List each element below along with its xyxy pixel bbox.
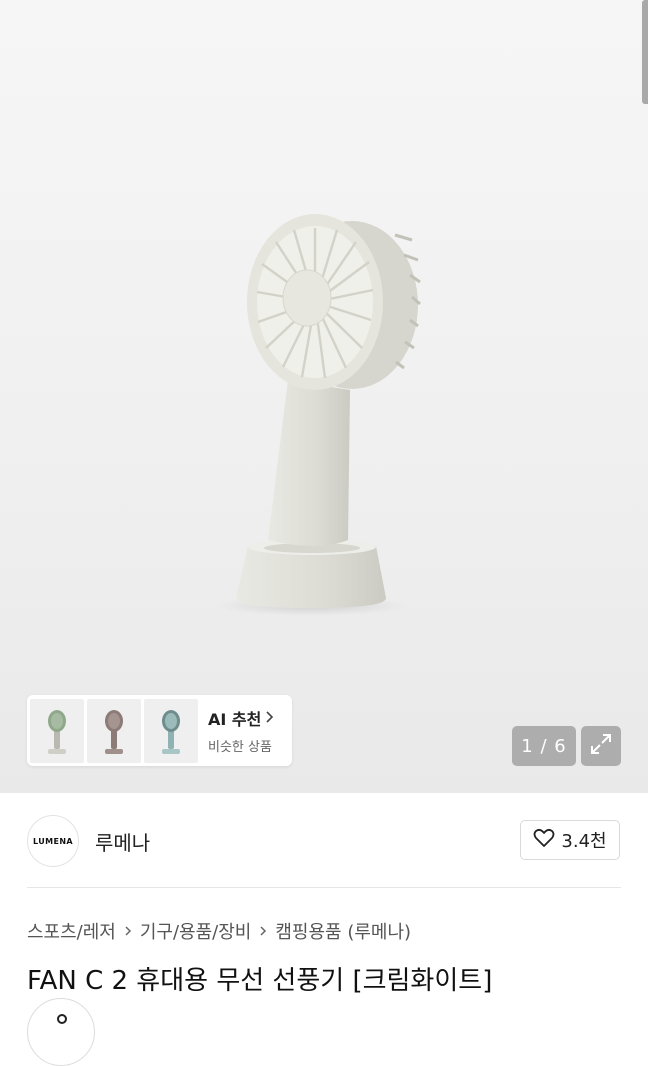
ai-recommendation-card[interactable]: AI 추천 비슷한 상품: [27, 695, 292, 766]
heart-icon: [533, 828, 555, 853]
similar-product-thumb[interactable]: [144, 698, 198, 763]
divider: [27, 887, 621, 888]
similar-product-thumb[interactable]: [87, 698, 141, 763]
share-button[interactable]: [27, 998, 95, 1066]
brand-name[interactable]: 루메나: [95, 827, 150, 856]
chevron-right-icon: [124, 925, 132, 937]
product-image-gallery[interactable]: AI 추천 비슷한 상품 1 / 6: [0, 0, 648, 793]
expand-button[interactable]: [581, 726, 621, 766]
ai-recommendation-subtitle: 비슷한 상품: [208, 740, 272, 755]
similar-product-thumb[interactable]: [30, 698, 84, 763]
product-image-fan: [217, 214, 421, 616]
breadcrumb-item[interactable]: 캠핑용품 (루메나): [275, 918, 411, 944]
product-title: FAN C 2 휴대용 무선 선풍기 [크림화이트]: [27, 966, 493, 996]
brand-logo-text: LUMENA: [32, 836, 74, 846]
expand-icon: [589, 732, 613, 760]
ai-recommendation-text: AI 추천 비슷한 상품: [208, 706, 275, 755]
ai-recommendation-title: AI 추천: [208, 706, 275, 730]
like-button[interactable]: 3.4천: [520, 820, 620, 860]
breadcrumb-item[interactable]: 스포츠/레저: [27, 918, 116, 944]
breadcrumb: 스포츠/레저 기구/용품/장비 캠핑용품 (루메나): [27, 918, 411, 944]
ai-recommendation-label: AI 추천: [208, 710, 262, 729]
breadcrumb-item[interactable]: 기구/용품/장비: [140, 918, 252, 944]
image-counter: 1 / 6: [512, 726, 576, 766]
chevron-right-icon: [265, 709, 275, 728]
chevron-right-icon: [259, 925, 267, 937]
like-count: 3.4천: [561, 831, 607, 852]
brand-logo[interactable]: LUMENA: [27, 815, 79, 867]
